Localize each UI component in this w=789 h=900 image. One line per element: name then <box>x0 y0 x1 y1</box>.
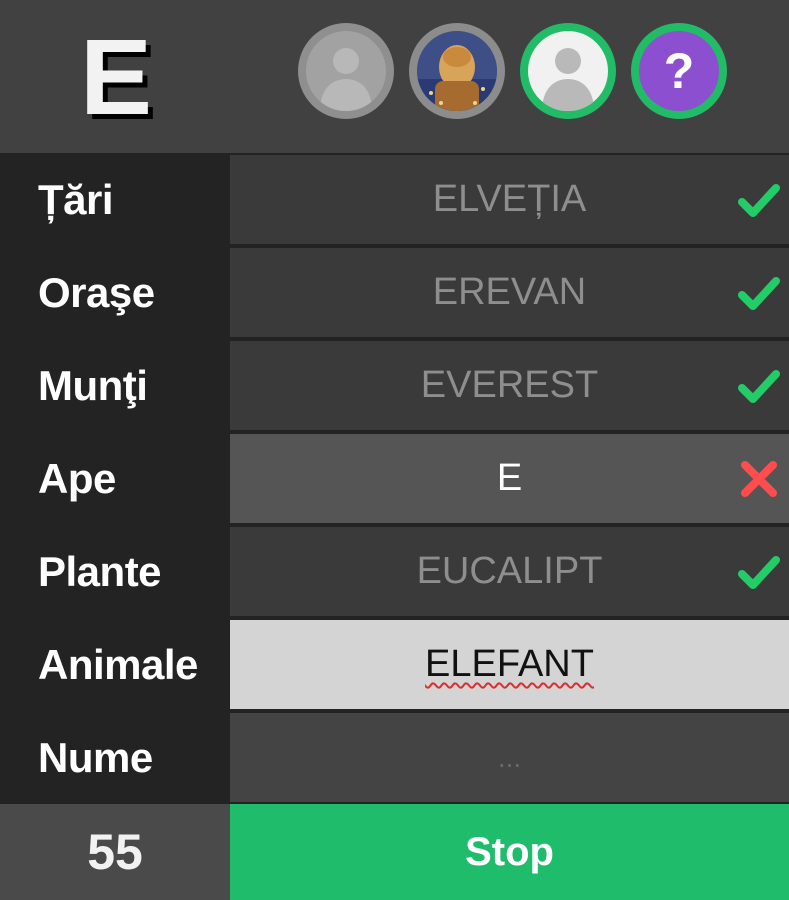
default-user-avatar-icon <box>320 48 372 111</box>
score-display: 55 <box>0 804 230 900</box>
player-list: ? <box>298 23 727 119</box>
check-icon <box>737 271 781 315</box>
check-icon <box>737 364 781 408</box>
category-row-orase: Oraşe EREVAN <box>0 246 789 339</box>
answer-field[interactable]: EUCALIPT <box>230 527 789 616</box>
category-row-munti: Munţi EVEREST <box>0 339 789 432</box>
player-avatar-4[interactable]: ? <box>631 23 727 119</box>
question-mark-icon: ? <box>663 43 695 99</box>
player-avatar-3[interactable] <box>520 23 616 119</box>
answer-text: EVEREST <box>420 364 599 406</box>
check-icon <box>737 550 781 594</box>
game-screen: E ? Țări ELVEȚIA Oraşe EREVAN Munţi EVER… <box>0 0 789 900</box>
answer-field[interactable]: E <box>230 434 789 523</box>
category-row-tari: Țări ELVEȚIA <box>0 153 789 246</box>
category-label: Oraşe <box>38 268 155 316</box>
player-avatar-1[interactable] <box>298 23 394 119</box>
default-user-avatar-icon <box>542 48 594 111</box>
cross-icon <box>737 457 781 501</box>
game-footer: 55 Stop <box>0 804 789 900</box>
game-header: E ? <box>0 0 789 153</box>
answer-text: EUCALIPT <box>416 550 603 592</box>
answer-placeholder: ... <box>497 741 522 773</box>
category-label: Țări <box>38 175 114 223</box>
category-label: Ape <box>38 454 116 502</box>
category-row-animale: Animale ELEFANT <box>0 618 789 711</box>
photo-avatar-icon <box>417 31 497 111</box>
answer-input[interactable]: ... <box>230 713 789 802</box>
answer-input[interactable]: ELEFANT <box>230 620 789 709</box>
answer-text: ELVEȚIA <box>432 178 587 220</box>
stop-button[interactable]: Stop <box>230 804 789 900</box>
category-label: Nume <box>38 733 153 781</box>
category-label: Animale <box>38 640 198 688</box>
answer-text: E <box>496 457 523 499</box>
player-avatar-2[interactable] <box>409 23 505 119</box>
category-label: Plante <box>38 547 162 595</box>
answer-text: EREVAN <box>432 271 587 313</box>
round-letter: E <box>79 15 153 137</box>
answer-field[interactable]: EREVAN <box>230 248 789 337</box>
category-label: Munţi <box>38 361 148 409</box>
answer-field[interactable]: EVEREST <box>230 341 789 430</box>
category-row-plante: Plante EUCALIPT <box>0 525 789 618</box>
category-list: Țări ELVEȚIA Oraşe EREVAN Munţi EVEREST <box>0 153 789 804</box>
category-row-nume: Nume ... <box>0 711 789 804</box>
answer-text: ELEFANT <box>425 643 594 685</box>
answer-field[interactable]: ELVEȚIA <box>230 155 789 244</box>
check-icon <box>737 178 781 222</box>
category-row-ape: Ape E <box>0 432 789 525</box>
